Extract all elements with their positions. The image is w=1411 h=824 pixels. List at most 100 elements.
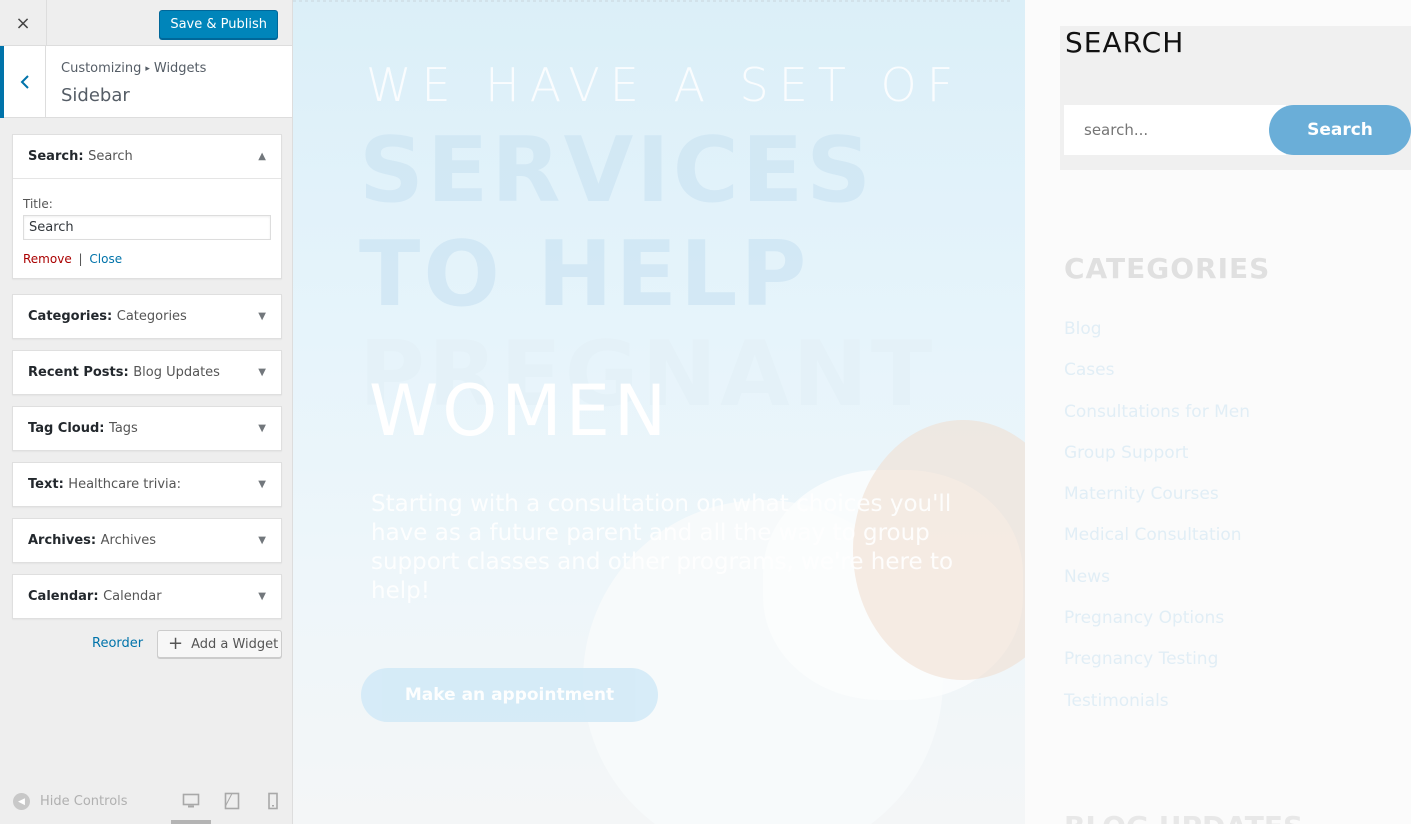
widget-header[interactable]: Archives: Archives ▼ [13, 519, 281, 562]
widget-type: Archives [28, 533, 91, 548]
search-input[interactable] [1064, 105, 1286, 155]
customizer-footer: ◀ Hide Controls [0, 779, 293, 824]
category-link[interactable]: News [1064, 567, 1250, 608]
widget-header[interactable]: Recent Posts: Blog Updates ▼ [13, 351, 281, 394]
mobile-preview-icon[interactable] [264, 792, 282, 810]
expand-arrow-icon[interactable]: ▼ [258, 311, 266, 322]
widget-name: Calendar [103, 589, 162, 604]
category-link[interactable]: Group Support [1064, 443, 1250, 484]
category-link[interactable]: Consultations for Men [1064, 402, 1250, 443]
category-link[interactable]: Maternity Courses [1064, 484, 1250, 525]
title-label: Title: [23, 197, 53, 211]
page-title: Sidebar [61, 85, 130, 106]
widget-actions: Remove | Close [23, 252, 271, 266]
site-preview: WE HAVE A SET OF SERVICES TO HELP PREGNA… [293, 0, 1411, 824]
widget-categories: Categories: Categories ▼ [12, 294, 282, 339]
categories-widget-title: CATEGORIES [1064, 252, 1271, 285]
widget-search: Search: Search ▲ Title: Remove | Close [12, 134, 282, 279]
widget-type: Tag Cloud [28, 421, 100, 436]
widget-title: Categories: Categories [28, 309, 187, 324]
tablet-preview-icon[interactable] [223, 792, 241, 810]
hide-controls-label: Hide Controls [40, 794, 128, 809]
hero-subtitle: WE HAVE A SET OF [366, 58, 964, 112]
widget-calendar: Calendar: Calendar ▼ [12, 574, 282, 619]
widget-name: Search [88, 149, 133, 164]
widget-type: Text [28, 477, 59, 492]
widget-header[interactable]: Search: Search ▲ [13, 135, 281, 178]
widget-type: Search [28, 149, 79, 164]
widget-title: Text: Healthcare trivia: [28, 477, 181, 492]
breadcrumb-separator: ▸ [145, 64, 150, 74]
widget-name: Categories [116, 309, 187, 324]
widget-header[interactable]: Text: Healthcare trivia: ▼ [13, 463, 281, 506]
save-publish-button[interactable]: Save & Publish [159, 10, 278, 39]
expand-arrow-icon[interactable]: ▼ [258, 423, 266, 434]
search-widget: SEARCH Search [1060, 26, 1411, 170]
widget-text: Text: Healthcare trivia: ▼ [12, 462, 282, 507]
breadcrumb-item: Widgets [153, 61, 207, 76]
search-widget-title: SEARCH [1065, 26, 1185, 59]
close-icon: × [15, 12, 31, 34]
plus-icon: + [168, 633, 184, 654]
widget-header[interactable]: Categories: Categories ▼ [13, 295, 281, 338]
reorder-link[interactable]: Reorder [92, 636, 143, 651]
category-link[interactable]: Medical Consultation [1064, 525, 1250, 566]
hide-controls-button[interactable]: ◀ Hide Controls [13, 793, 128, 810]
expand-arrow-icon[interactable]: ▼ [258, 479, 266, 490]
title-field[interactable] [23, 215, 271, 240]
active-device-indicator [171, 820, 211, 824]
back-button[interactable] [0, 46, 46, 118]
widget-title: Search: Search [28, 149, 133, 164]
widget-title: Recent Posts: Blog Updates [28, 365, 220, 380]
widget-name: Healthcare trivia: [68, 477, 181, 492]
collapse-icon: ◀ [13, 793, 30, 810]
widget-recent-posts: Recent Posts: Blog Updates ▼ [12, 350, 282, 395]
hero-title-line: SERVICES [359, 118, 875, 223]
customizer-header: × Save & Publish [0, 0, 292, 46]
widget-header[interactable]: Calendar: Calendar ▼ [13, 575, 281, 618]
breadcrumb: Customizing ▸ Widgets [61, 61, 206, 76]
hero-section: WE HAVE A SET OF SERVICES TO HELP PREGNA… [293, 0, 1025, 824]
widget-title: Calendar: Calendar [28, 589, 162, 604]
collapse-arrow-icon[interactable]: ▲ [258, 151, 266, 162]
remove-widget-link[interactable]: Remove [23, 252, 72, 266]
widget-name: Blog Updates [133, 365, 220, 380]
expand-arrow-icon[interactable]: ▼ [258, 591, 266, 602]
hero-title-line: WOMEN [369, 370, 671, 452]
customizer-panel: × Save & Publish Customizing ▸ Widgets Sid… [0, 0, 293, 824]
desktop-preview-icon[interactable] [182, 792, 200, 810]
actions-separator: | [78, 252, 83, 266]
widget-archives: Archives: Archives ▼ [12, 518, 282, 563]
categories-list: Blog Cases Consultations for Men Group S… [1064, 319, 1250, 732]
top-divider [293, 0, 1013, 2]
widget-type: Recent Posts [28, 365, 124, 380]
category-link[interactable]: Pregnancy Options [1064, 608, 1250, 649]
category-link[interactable]: Cases [1064, 360, 1250, 401]
widget-form: Title: Remove | Close [13, 178, 281, 278]
close-customizer-button[interactable]: × [0, 0, 47, 46]
add-widget-button[interactable]: + Add a Widget [157, 630, 282, 658]
chevron-left-icon [20, 75, 29, 89]
widget-name: Tags [109, 421, 138, 436]
search-button[interactable]: Search [1269, 105, 1411, 155]
preview-sidebar: SEARCH Search CATEGORIES Blog Cases Cons… [1025, 0, 1411, 824]
category-link[interactable]: Testimonials [1064, 691, 1250, 732]
expand-arrow-icon[interactable]: ▼ [258, 535, 266, 546]
make-appointment-button[interactable]: Make an appointment [361, 668, 658, 722]
widget-header[interactable]: Tag Cloud: Tags ▼ [13, 407, 281, 450]
widget-title: Tag Cloud: Tags [28, 421, 138, 436]
breadcrumb-item: Customizing [61, 61, 142, 76]
add-widget-label: Add a Widget [191, 636, 279, 652]
widget-type: Calendar [28, 589, 94, 604]
close-widget-link[interactable]: Close [89, 252, 122, 266]
category-link[interactable]: Pregnancy Testing [1064, 649, 1250, 690]
section-title-bar: Customizing ▸ Widgets Sidebar [0, 46, 292, 118]
widget-name: Archives [100, 533, 157, 548]
category-link[interactable]: Blog [1064, 319, 1250, 360]
widget-type: Categories [28, 309, 108, 324]
hero-title-line: TO HELP [359, 222, 810, 327]
widget-title: Archives: Archives [28, 533, 157, 548]
recent-posts-widget-title: BLOG UPDATES [1064, 810, 1303, 824]
expand-arrow-icon[interactable]: ▼ [258, 367, 266, 378]
hero-description: Starting with a consultation on what cho… [371, 491, 954, 604]
